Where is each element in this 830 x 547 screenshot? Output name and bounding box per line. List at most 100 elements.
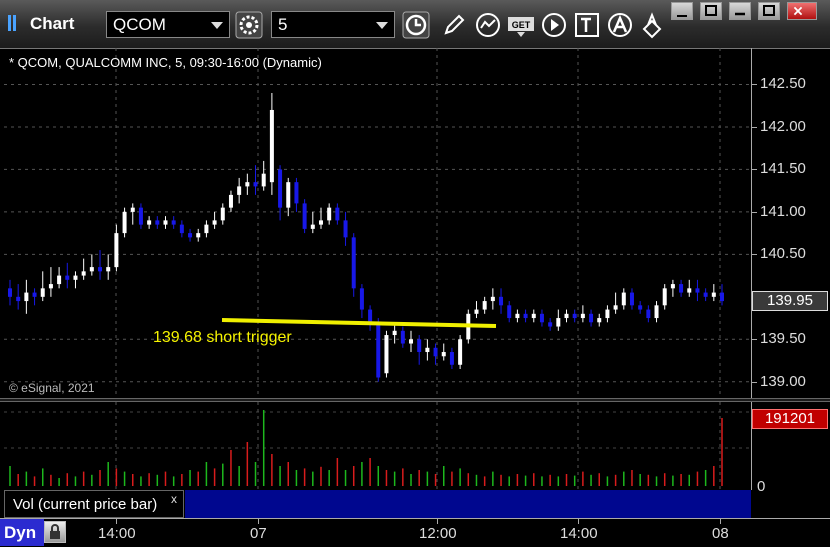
alert-button[interactable] — [606, 11, 634, 39]
candle-body — [572, 313, 577, 319]
candle-body — [720, 292, 724, 302]
get-icon: GET — [508, 17, 534, 37]
minimize-button[interactable] — [729, 2, 751, 20]
time-label: 12:00 — [419, 525, 457, 542]
svg-text:GET: GET — [512, 20, 531, 30]
candle-body — [613, 305, 618, 310]
candle-body — [253, 182, 258, 187]
close-icon[interactable]: x — [171, 492, 177, 506]
time-template-button[interactable] — [402, 11, 430, 39]
current-price-tag: 139.95 — [752, 291, 828, 311]
price-tick — [752, 381, 757, 383]
candle-body — [523, 313, 528, 319]
price-label: 141.50 — [760, 160, 806, 178]
price-chart-plot[interactable] — [4, 48, 751, 398]
play-button[interactable] — [540, 11, 568, 39]
candle-body — [515, 313, 520, 319]
price-tick — [752, 339, 757, 341]
candle-body — [425, 347, 430, 353]
get-button[interactable]: GET — [507, 11, 535, 39]
maximize-button[interactable] — [758, 2, 780, 20]
candle-body — [474, 309, 479, 314]
alert-icon — [608, 13, 632, 37]
candle-body — [106, 267, 111, 272]
candle-body — [24, 292, 29, 302]
clock-icon — [402, 11, 430, 39]
candle-body — [376, 322, 381, 378]
draw-button[interactable] — [440, 11, 468, 39]
candle-body — [629, 292, 634, 306]
dock-button[interactable] — [700, 2, 722, 20]
candle-body — [539, 313, 544, 323]
trigger-line — [221, 318, 497, 328]
candle-body — [433, 347, 438, 357]
price-tick — [752, 169, 757, 171]
candle-body — [327, 207, 332, 221]
candle-body — [687, 288, 692, 293]
play-icon — [542, 13, 566, 37]
time-tick — [116, 519, 117, 524]
chevron-down-icon[interactable] — [376, 22, 388, 29]
candle-body — [286, 182, 291, 208]
volume-pane[interactable] — [4, 402, 751, 490]
candle-body — [163, 220, 168, 225]
price-label: 142.50 — [760, 75, 806, 93]
candle-body — [499, 296, 504, 306]
text-tool-button[interactable] — [573, 11, 601, 39]
candle-body — [261, 173, 266, 187]
candle-body — [638, 305, 643, 310]
volume-legend[interactable]: Vol (current price bar) — [4, 490, 184, 518]
price-axis[interactable]: 142.50 142.00 141.50 141.00 140.50 139.50 139.… — [751, 48, 830, 398]
candle-body — [400, 330, 405, 344]
candle-body — [654, 305, 659, 319]
candle-body — [245, 182, 250, 187]
link-button[interactable] — [638, 11, 666, 39]
candle-body — [57, 275, 62, 285]
time-tick — [437, 519, 438, 524]
restore-down-button[interactable] — [671, 2, 693, 20]
price-tick — [752, 84, 757, 86]
app-title: Chart — [30, 14, 75, 33]
candle-body — [711, 292, 716, 297]
time-tick — [720, 519, 721, 524]
dynamic-mode-button[interactable]: Dyn — [0, 519, 44, 546]
candle-body — [662, 288, 667, 306]
candle-body — [703, 292, 708, 297]
candle-body — [269, 109, 274, 183]
candle-body — [318, 220, 323, 225]
interval-value: 5 — [278, 15, 288, 34]
time-label: 07 — [250, 525, 267, 542]
candle-body — [147, 220, 152, 225]
symbol-combo[interactable]: QCOM — [106, 11, 230, 38]
time-label: 08 — [712, 525, 729, 542]
lock-button[interactable] — [44, 521, 66, 543]
candle-body — [155, 220, 160, 225]
candle-body — [16, 296, 21, 302]
dock-icon — [705, 5, 717, 16]
candle-body — [343, 220, 348, 238]
candle-body — [580, 313, 585, 319]
candle-body — [490, 296, 495, 302]
candle-body — [482, 301, 487, 310]
candle-body — [65, 275, 70, 280]
candle-body — [392, 330, 397, 336]
title-bar[interactable]: Chart QCOM 5 GET — [0, 0, 830, 49]
candle-body — [196, 233, 201, 238]
candle-body — [335, 207, 340, 221]
candle-body — [278, 169, 283, 208]
candle-body — [507, 305, 512, 319]
chevron-down-icon[interactable] — [211, 22, 223, 29]
studies-button[interactable] — [474, 11, 502, 39]
close-button[interactable] — [787, 2, 817, 20]
time-axis[interactable]: 14:00 07 12:00 14:00 08 — [0, 518, 830, 546]
time-label: 14:00 — [560, 525, 598, 542]
candle-body — [589, 313, 594, 323]
price-label: 142.00 — [760, 117, 806, 135]
candle-body — [384, 335, 389, 374]
chart-app-icon — [8, 15, 18, 31]
price-label: 139.00 — [760, 372, 806, 390]
interval-combo[interactable]: 5 — [271, 11, 395, 38]
maximize-icon — [763, 5, 775, 16]
settings-button[interactable] — [235, 11, 263, 39]
time-label: 14:00 — [98, 525, 136, 542]
